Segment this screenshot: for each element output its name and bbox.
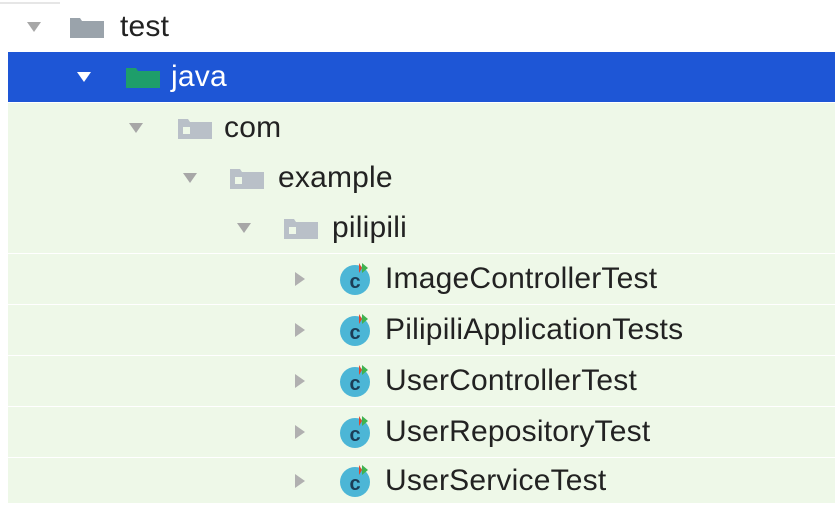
folder-icon bbox=[70, 16, 104, 38]
tree-node-label: UserRepositoryTest bbox=[385, 415, 651, 448]
tree-node-label: pilipili bbox=[332, 211, 407, 244]
tree-node-userrepositorytest[interactable]: c UserRepositoryTest bbox=[8, 407, 835, 457]
package-icon bbox=[284, 217, 318, 239]
tree-node-imagecontrollertest[interactable]: c ImageControllerTest bbox=[8, 254, 835, 304]
chevron-down-icon[interactable] bbox=[20, 13, 48, 41]
test-class-icon: c bbox=[338, 261, 374, 297]
chevron-down-icon[interactable] bbox=[230, 214, 258, 242]
tree-node-label: java bbox=[171, 60, 227, 93]
package-icon bbox=[230, 167, 264, 189]
chevron-down-icon[interactable] bbox=[70, 63, 98, 91]
test-class-icon: c bbox=[338, 363, 374, 399]
svg-text:c: c bbox=[349, 322, 360, 344]
tree-node-pilipiliapplicationtests[interactable]: c PilipiliApplicationTests bbox=[8, 305, 835, 355]
tree-node-userservicetest[interactable]: c UserServiceTest bbox=[8, 458, 835, 503]
tree-node-java[interactable]: java bbox=[8, 52, 835, 102]
tree-node-pilipili[interactable]: pilipili bbox=[8, 203, 835, 253]
test-class-icon: c bbox=[338, 414, 374, 450]
svg-text:c: c bbox=[349, 271, 360, 293]
svg-text:c: c bbox=[349, 473, 360, 495]
tree-node-example[interactable]: example bbox=[8, 153, 835, 203]
chevron-right-icon[interactable] bbox=[286, 367, 314, 395]
tree-node-label: PilipiliApplicationTests bbox=[385, 313, 684, 346]
chevron-down-icon[interactable] bbox=[176, 164, 204, 192]
chevron-down-icon[interactable] bbox=[122, 114, 150, 142]
chevron-right-icon[interactable] bbox=[286, 418, 314, 446]
test-class-icon: c bbox=[338, 312, 374, 348]
tree-node-usercontrollertest[interactable]: c UserControllerTest bbox=[8, 356, 835, 406]
tree-node-label: test bbox=[120, 10, 170, 43]
test-source-root-icon bbox=[126, 66, 160, 88]
tree-node-label: com bbox=[224, 111, 282, 144]
svg-text:c: c bbox=[349, 373, 360, 395]
tree-node-test[interactable]: test bbox=[0, 2, 837, 52]
tree-node-label: UserServiceTest bbox=[385, 463, 607, 497]
test-class-icon: c bbox=[338, 463, 374, 499]
package-icon bbox=[178, 117, 212, 139]
tree-node-label: ImageControllerTest bbox=[385, 262, 658, 295]
tree-node-com[interactable]: com bbox=[8, 103, 835, 153]
chevron-right-icon[interactable] bbox=[286, 467, 314, 495]
tree-node-label: example bbox=[278, 161, 393, 194]
project-tree: test java com example pilipili c ImageCo… bbox=[0, 0, 837, 507]
chevron-right-icon[interactable] bbox=[286, 316, 314, 344]
chevron-right-icon[interactable] bbox=[286, 265, 314, 293]
svg-text:c: c bbox=[349, 424, 360, 446]
tree-node-label: UserControllerTest bbox=[385, 364, 638, 397]
